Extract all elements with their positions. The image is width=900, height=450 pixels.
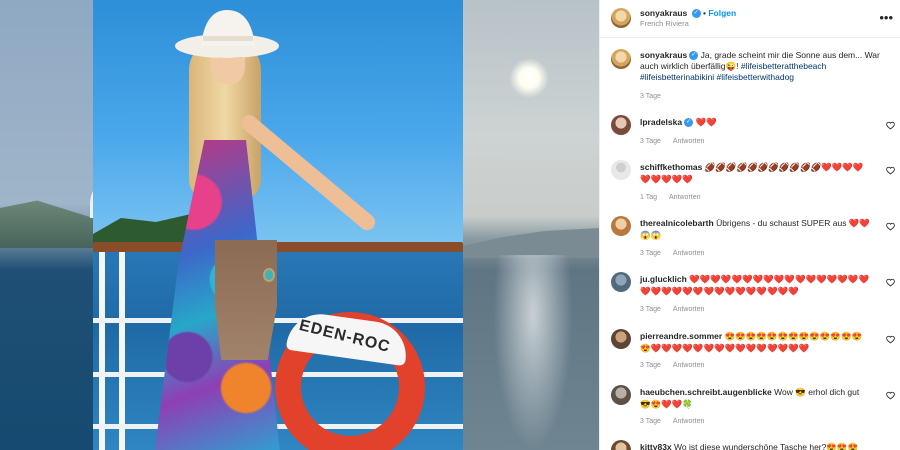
comment-meta: 1 Tag Antworten	[640, 194, 701, 201]
comment-username[interactable]: kitty83x	[640, 442, 672, 450]
comment-meta: 3 Tage Antworten	[640, 250, 704, 257]
author-row: sonyakraus ✓ • Folgen	[640, 8, 736, 19]
heart-icon[interactable]	[886, 121, 895, 130]
more-options-icon[interactable]: •••	[879, 10, 893, 25]
sun-glow	[509, 58, 549, 98]
caption-username[interactable]: sonyakraus	[640, 50, 687, 60]
cowboy-hat	[175, 10, 279, 58]
heart-icon[interactable]	[886, 222, 895, 231]
caption-meta: 3 Tage	[640, 93, 661, 100]
reply-link[interactable]: Antworten	[673, 418, 705, 425]
heart-icon[interactable]	[886, 166, 895, 175]
comment-avatar[interactable]	[611, 115, 631, 135]
railing-post	[119, 252, 125, 450]
verified-badge-icon: ✓	[689, 51, 699, 61]
comment-text: Wo ist diese wunderschöne Tasche her?😍😍😍	[674, 442, 859, 450]
comment: schiffkethomas 🏈🏈🏈🏈🏈🏈🏈🏈🏈🏈🏈❤️❤️❤️❤️❤️❤️❤️…	[640, 161, 872, 185]
heart-icon[interactable]	[886, 391, 895, 400]
comment-username[interactable]: haeubchen.schreibt.augenblicke	[640, 387, 772, 397]
comment-avatar[interactable]	[611, 272, 631, 292]
post-location[interactable]: French Riviera	[640, 19, 689, 28]
reply-link[interactable]: Antworten	[673, 362, 705, 369]
comment-meta: 3 Tage Antworten	[640, 362, 704, 369]
reply-link[interactable]: Antworten	[669, 194, 701, 201]
comment-text: ❤️❤️	[695, 117, 717, 127]
reply-link[interactable]: Antworten	[673, 306, 705, 313]
author-username[interactable]: sonyakraus	[640, 8, 687, 18]
ship-railing	[93, 242, 463, 252]
comment-meta: 3 Tage Antworten	[640, 306, 704, 313]
comment-avatar[interactable]	[611, 160, 631, 180]
follow-button[interactable]: Folgen	[708, 8, 736, 18]
background-hills	[463, 228, 599, 258]
post-caption: sonyakraus ✓ Ja, grade scheint mir die So…	[640, 50, 890, 83]
verified-badge-icon: ✓	[691, 9, 701, 19]
comment: haeubchen.schreibt.augenblicke Wow 😎 erh…	[640, 386, 872, 410]
post-sidebar: sonyakraus ✓ • Folgen French Riviera •••…	[599, 0, 900, 450]
post-media[interactable]: EDEN-ROC	[0, 0, 599, 450]
caption-avatar[interactable]	[611, 49, 631, 69]
sea-glare	[493, 255, 573, 450]
railing-bar	[93, 318, 463, 323]
comment-meta: 3 Tage Antworten	[640, 418, 704, 425]
comment-username[interactable]: schiffkethomas	[640, 162, 702, 172]
fringe-bag	[215, 240, 277, 360]
comment: kitty83x Wo ist diese wunderschöne Tasch…	[640, 441, 872, 450]
comment-time[interactable]: 3 Tage	[640, 306, 661, 313]
comment-time[interactable]: 3 Tage	[640, 138, 661, 145]
comment-username[interactable]: therealnicolebarth	[640, 218, 714, 228]
caption-time[interactable]: 3 Tage	[640, 93, 661, 100]
post-photo: EDEN-ROC	[93, 0, 463, 450]
comment-time[interactable]: 3 Tage	[640, 250, 661, 257]
post-header: sonyakraus ✓ • Folgen French Riviera •••	[600, 0, 900, 38]
comment: ju.glucklich ❤️❤️❤️❤️❤️❤️❤️❤️❤️❤️❤️❤️❤️❤…	[640, 273, 872, 297]
comment-avatar[interactable]	[611, 440, 631, 450]
reply-link[interactable]: Antworten	[673, 250, 705, 257]
heart-icon[interactable]	[886, 335, 895, 344]
comment-avatar[interactable]	[611, 385, 631, 405]
comment-avatar[interactable]	[611, 329, 631, 349]
comment-time[interactable]: 3 Tage	[640, 362, 661, 369]
comment-username[interactable]: ju.glucklich	[640, 274, 687, 284]
bag-turquoise	[263, 268, 275, 282]
blurred-background-left	[0, 0, 150, 450]
comment-avatar[interactable]	[611, 216, 631, 236]
author-avatar[interactable]	[611, 8, 631, 28]
railing-post	[99, 252, 105, 450]
comment-time[interactable]: 3 Tage	[640, 418, 661, 425]
heart-icon[interactable]	[886, 278, 895, 287]
comment: lpradelska ✓ ❤️❤️	[640, 116, 872, 128]
comment: therealnicolebarth Übrigens - du schaust…	[640, 217, 872, 241]
comment-meta: 3 Tage Antworten	[640, 138, 704, 145]
comment-username[interactable]: pierreandre.sommer	[640, 331, 722, 341]
verified-badge-icon: ✓	[684, 118, 694, 128]
background-hill	[0, 200, 93, 248]
comment: pierreandre.sommer 😍😍😍😍😍😍😍😍😍😍😍😍😍😍❤️❤️❤️❤…	[640, 330, 872, 354]
comment-time[interactable]: 1 Tag	[640, 194, 657, 201]
comment-username[interactable]: lpradelska	[640, 117, 682, 127]
blurred-background-right	[463, 0, 599, 450]
reply-link[interactable]: Antworten	[673, 138, 705, 145]
